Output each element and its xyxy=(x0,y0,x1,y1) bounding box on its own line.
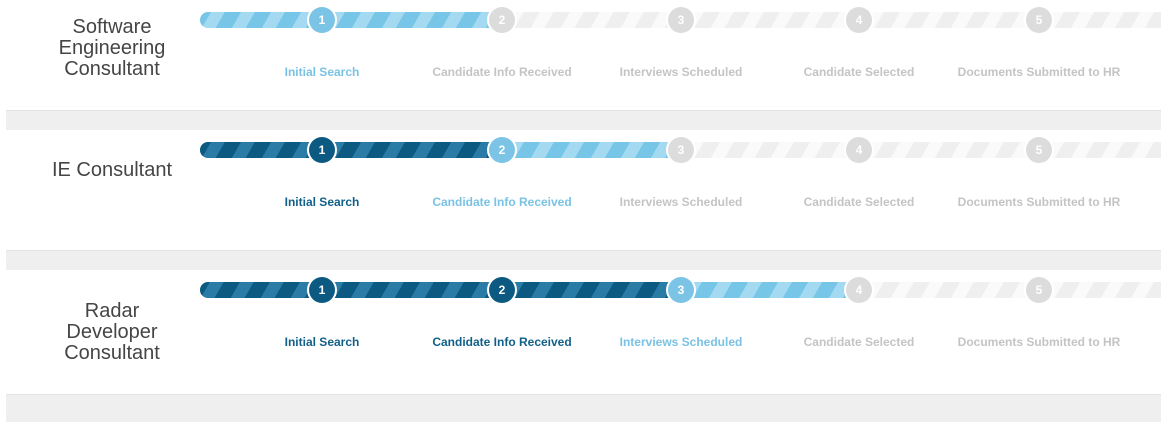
pipeline-title-line: Engineering xyxy=(58,37,166,59)
step-node[interactable]: 3 xyxy=(668,7,694,33)
pipeline-title: IE Consultant xyxy=(6,160,218,181)
step-label[interactable]: Initial Search xyxy=(232,65,412,79)
step-node[interactable]: 1 xyxy=(309,277,335,303)
step-label[interactable]: Documents Submitted to HR xyxy=(949,335,1129,349)
pipeline-row: Software Engineering Consultant 1 Initial Se… xyxy=(6,0,1161,111)
step-node[interactable]: 3 xyxy=(668,277,694,303)
step-label[interactable]: Interviews Scheduled xyxy=(591,195,771,209)
pipeline-title-line: Software xyxy=(72,16,152,38)
step-node[interactable]: 2 xyxy=(489,137,515,163)
pipeline-title-line: IE Consultant xyxy=(51,159,173,181)
step-node[interactable]: 3 xyxy=(668,137,694,163)
step-label[interactable]: Documents Submitted to HR xyxy=(949,195,1129,209)
pipeline-title-line: Consultant xyxy=(64,342,160,364)
pipeline-title-line: Radar xyxy=(84,300,140,322)
pipeline-row: IE Consultant 1 Initial Search 2 Candidate I… xyxy=(6,130,1161,251)
step-label[interactable]: Candidate Info Received xyxy=(412,335,592,349)
step-label[interactable]: Initial Search xyxy=(232,335,412,349)
step-label[interactable]: Candidate Selected xyxy=(769,195,949,209)
progress-fill-done xyxy=(200,282,681,298)
step-node[interactable]: 2 xyxy=(489,277,515,303)
row-separator xyxy=(6,395,1161,422)
step-label[interactable]: Candidate Selected xyxy=(769,65,949,79)
step-label[interactable]: Candidate Info Received xyxy=(412,65,592,79)
step-label[interactable]: Interviews Scheduled xyxy=(591,335,771,349)
step-label[interactable]: Documents Submitted to HR xyxy=(949,65,1129,79)
row-separator xyxy=(6,251,1161,271)
step-label[interactable]: Candidate Info Received xyxy=(412,195,592,209)
step-node[interactable]: 4 xyxy=(846,137,872,163)
step-node[interactable]: 5 xyxy=(1026,7,1052,33)
pipeline-title-line: Developer xyxy=(66,321,158,343)
step-node[interactable]: 4 xyxy=(846,277,872,303)
step-node[interactable]: 1 xyxy=(309,137,335,163)
pipeline-title: Radar Developer Consultant xyxy=(6,301,218,364)
step-node[interactable]: 2 xyxy=(489,7,515,33)
step-label[interactable]: Initial Search xyxy=(232,195,412,209)
pipeline-title-line: Consultant xyxy=(64,58,160,80)
step-node[interactable]: 1 xyxy=(309,7,335,33)
step-node[interactable]: 5 xyxy=(1026,137,1052,163)
step-label[interactable]: Candidate Selected xyxy=(769,335,949,349)
progress-fill-done xyxy=(200,142,502,158)
step-node[interactable]: 5 xyxy=(1026,277,1052,303)
row-separator xyxy=(6,111,1161,131)
step-label[interactable]: Interviews Scheduled xyxy=(591,65,771,79)
progress-fill-active xyxy=(200,12,502,28)
step-node[interactable]: 4 xyxy=(846,7,872,33)
pipeline-title: Software Engineering Consultant xyxy=(6,17,218,80)
pipeline-row: Radar Developer Consultant 1 Initial Search 2… xyxy=(6,270,1161,395)
